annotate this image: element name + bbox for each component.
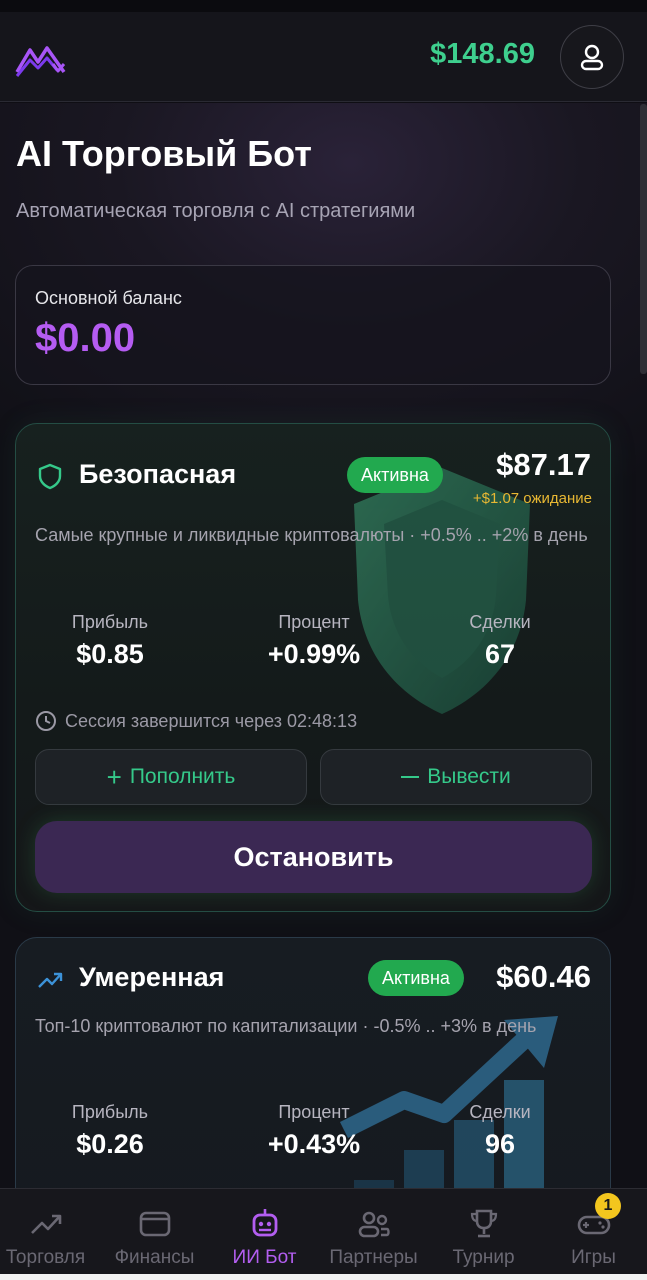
strategy-card-moderate: Умеренная Активна $60.46 Топ-10 криптова…: [15, 937, 611, 1188]
strategy-amount: $87.17: [496, 447, 591, 482]
page-title: AI Торговый Бот: [16, 133, 312, 174]
system-bottom-bar: [0, 1274, 647, 1280]
main-balance-card: Основной баланс $0.00: [15, 265, 611, 385]
withdraw-label: Вывести: [427, 765, 511, 788]
stop-button[interactable]: Остановить: [35, 821, 592, 893]
wallet-icon: [139, 1211, 170, 1237]
nav-label: Игры: [571, 1247, 616, 1268]
main-balance-label: Основной баланс: [35, 288, 182, 308]
stat-value: 67: [484, 639, 516, 669]
mountain-chart-logo[interactable]: [14, 38, 68, 78]
nav-item-partners[interactable]: Партнеры: [320, 1189, 427, 1280]
nav-item-games[interactable]: Игры: [540, 1189, 647, 1280]
users-icon: [358, 1211, 390, 1238]
stat-value: 96: [484, 1129, 516, 1159]
nav-label: Партнеры: [329, 1247, 418, 1268]
session-text: Сессия завершится через 02:48:13: [65, 710, 358, 731]
robot-icon: [252, 1209, 277, 1237]
bottom-nav: Торговля Финансы ИИ Бот Партнеры Турнир …: [0, 1188, 647, 1280]
stat-label: Процент: [278, 1102, 350, 1122]
status-badge: Активна: [368, 960, 464, 996]
plus-icon: +: [106, 762, 122, 792]
strategy-card-safe: Безопасная Активна $87.17 +$1.07 ожидани…: [15, 423, 611, 912]
nav-label: ИИ Бот: [232, 1247, 297, 1268]
nav-label: Финансы: [114, 1247, 195, 1268]
main-balance-value: $0.00: [35, 316, 136, 360]
status-strip: [0, 0, 647, 12]
app-header: $148.69: [0, 12, 647, 102]
deposit-label: Пополнить: [129, 765, 236, 788]
stat-percent: Процент +0.99%: [239, 612, 389, 670]
stat-value: $0.85: [76, 639, 144, 669]
page-subtitle: Автоматическая торговля с AI стратегиями: [16, 200, 416, 222]
stat-label: Процент: [278, 612, 350, 632]
nav-item-ai-bot[interactable]: ИИ Бот: [211, 1189, 318, 1280]
header-balance: $148.69: [430, 38, 535, 70]
pending-amount: +$1.07 ожидание: [472, 490, 592, 507]
stat-profit: Прибыль $0.85: [35, 612, 185, 670]
nav-item-finance[interactable]: Финансы: [101, 1189, 208, 1280]
stat-trades: Сделки 96: [425, 1102, 575, 1160]
strategy-description: Самые крупные и ликвидные криптовалюты ·…: [35, 525, 588, 545]
stat-label: Сделки: [469, 1102, 531, 1122]
strategy-name: Безопасная: [79, 459, 237, 489]
nav-item-trading[interactable]: Торговля: [0, 1189, 99, 1280]
stat-trades: Сделки 67: [425, 612, 575, 670]
stat-percent: Процент +0.43%: [239, 1102, 389, 1160]
stat-value: $0.26: [76, 1129, 144, 1159]
stat-label: Прибыль: [71, 612, 149, 632]
strategy-description: Топ-10 криптовалют по капитализации · -0…: [35, 1016, 537, 1036]
strategy-amount: $60.46: [496, 959, 591, 994]
main-content: AI Торговый Бот Автоматическая торговля …: [0, 103, 647, 1188]
stat-profit: Прибыль $0.26: [35, 1102, 185, 1160]
minus-icon: [401, 776, 420, 778]
profile-button[interactable]: [560, 25, 624, 89]
clock-icon: [36, 711, 56, 731]
trend-up-icon: [38, 972, 63, 988]
status-badge: Активна: [347, 457, 443, 493]
session-timer: Сессия завершится через 02:48:13: [35, 710, 357, 732]
trend-up-icon: [30, 1214, 61, 1234]
deposit-button[interactable]: + Пополнить: [35, 749, 307, 805]
stat-value: +0.43%: [267, 1129, 361, 1159]
stat-label: Прибыль: [71, 1102, 149, 1122]
nav-label: Турнир: [452, 1247, 515, 1268]
nav-label: Торговля: [5, 1247, 86, 1268]
stat-value: +0.99%: [267, 639, 361, 669]
stat-label: Сделки: [469, 612, 531, 632]
strategy-name: Умеренная: [79, 962, 225, 992]
games-badge: 1: [595, 1193, 621, 1219]
scrollbar[interactable]: [640, 104, 647, 374]
user-icon: [580, 44, 604, 71]
nav-item-tournament[interactable]: Турнир: [430, 1189, 537, 1280]
trophy-icon: [470, 1209, 497, 1238]
shield-icon: [38, 463, 62, 490]
withdraw-button[interactable]: Вывести: [320, 749, 592, 805]
